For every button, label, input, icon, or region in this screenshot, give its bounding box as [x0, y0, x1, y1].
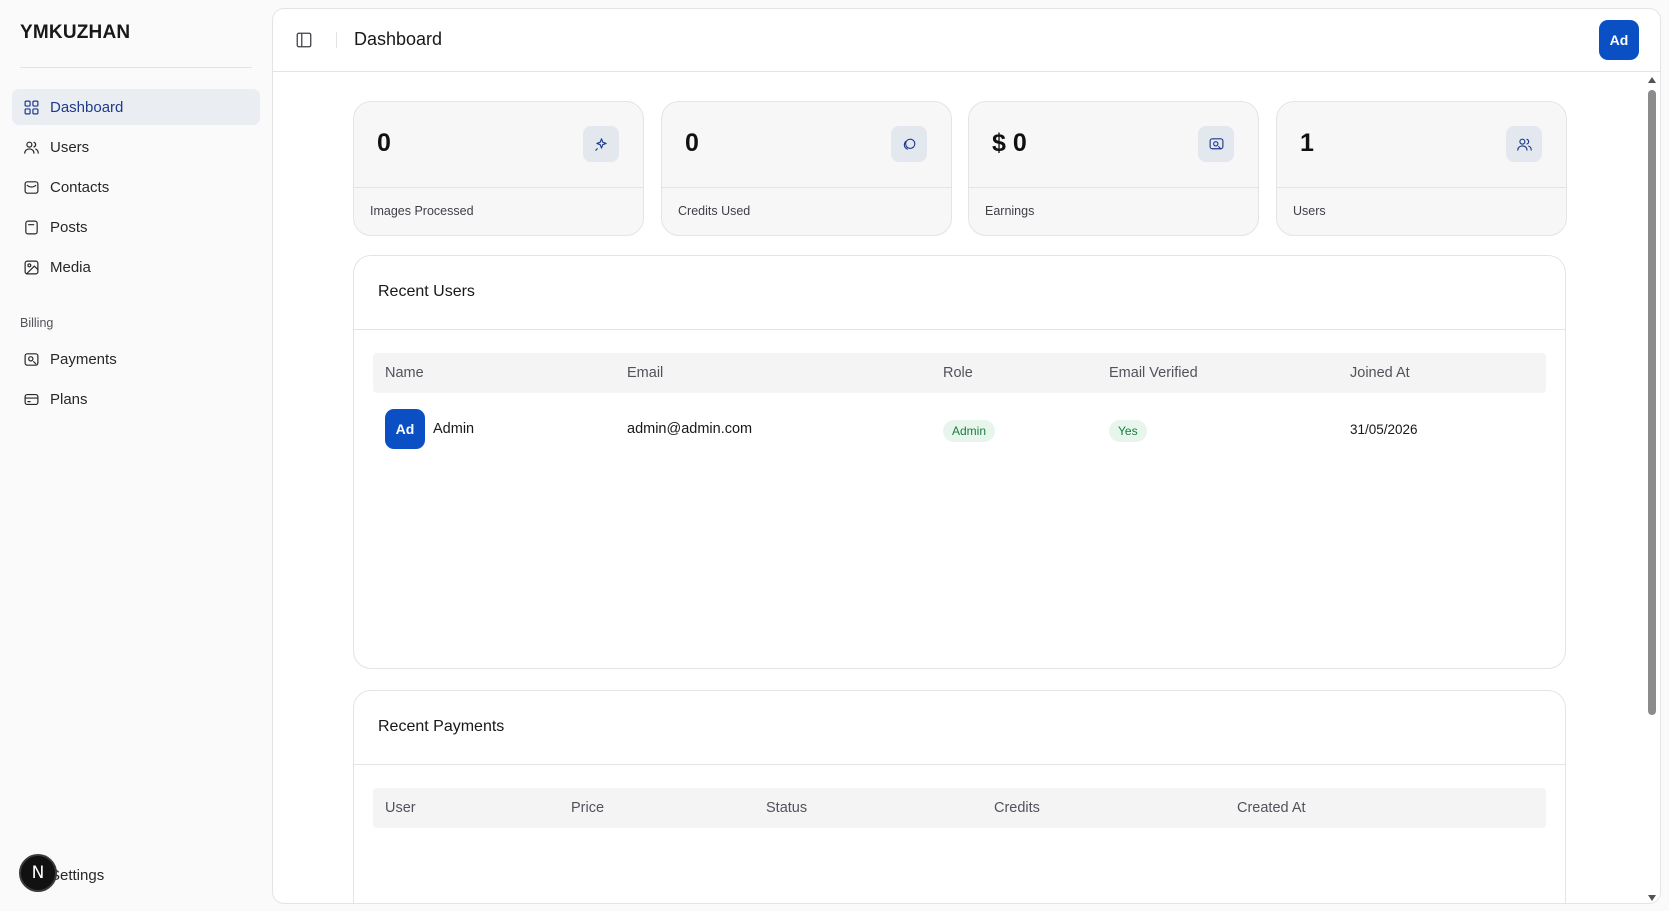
dev-tools-badge[interactable]: N [19, 854, 57, 892]
stat-label: Earnings [985, 204, 1035, 218]
users-icon [1506, 126, 1542, 162]
stat-divider [354, 187, 643, 188]
sidebar-toggle-button[interactable] [295, 31, 313, 49]
column-header-created-at[interactable]: Created At [1237, 800, 1306, 816]
panel-divider [354, 764, 1565, 765]
stat-label: Credits Used [678, 204, 751, 218]
stat-value: 0 [377, 129, 391, 157]
joined-date: 31/05/2026 [1350, 422, 1418, 437]
table-header: Name Email Role Email Verified Joined At [373, 353, 1546, 393]
scroll-down-arrow-icon[interactable] [1648, 895, 1656, 901]
sidebar-item-payments[interactable]: Payments [12, 341, 260, 377]
recent-payments-title: Recent Payments [378, 718, 505, 735]
stat-card-users: 1 Users [1276, 101, 1567, 236]
column-header-email[interactable]: Email [627, 365, 663, 381]
brand-divider [20, 67, 252, 68]
sidebar-item-label: Payments [50, 350, 117, 368]
stat-divider [1277, 187, 1566, 188]
table-header: User Price Status Credits Created At [373, 788, 1546, 828]
card-icon [22, 390, 40, 408]
user-email: admin@admin.com [627, 421, 753, 437]
sidebar-item-dashboard[interactable]: Dashboard [12, 89, 260, 125]
column-header-status[interactable]: Status [766, 800, 807, 816]
verified-badge: Yes [1109, 420, 1147, 442]
column-header-name[interactable]: Name [385, 365, 424, 381]
top-bar: Dashboard Ad [273, 9, 1660, 72]
stat-divider [969, 187, 1258, 188]
top-divider [336, 32, 337, 48]
column-header-credits[interactable]: Credits [994, 800, 1040, 816]
panel-divider [354, 329, 1565, 330]
sidebar-nav: Dashboard Users Contacts Posts Media [12, 89, 260, 289]
stat-card-credits-used: 0 Credits Used [661, 101, 952, 236]
users-icon [22, 138, 40, 156]
sidebar-item-label: Dashboard [50, 98, 124, 116]
message-icon [22, 178, 40, 196]
coin-icon [891, 126, 927, 162]
column-header-email-verified[interactable]: Email Verified [1109, 365, 1198, 381]
sparkle-icon [583, 126, 619, 162]
column-header-role[interactable]: Role [943, 365, 973, 381]
image-icon [22, 258, 40, 276]
scroll-up-arrow-icon[interactable] [1648, 77, 1656, 83]
brand-logo[interactable]: YMKUZHAN [20, 22, 130, 44]
recent-users-panel: Recent Users Name Email Role Email Verif… [353, 255, 1566, 669]
sidebar-item-settings[interactable]: Settings [50, 867, 104, 884]
sidebar-item-label: Contacts [50, 178, 110, 196]
stat-card-earnings: $ 0 Earnings [968, 101, 1259, 236]
panel-left-icon [296, 32, 312, 48]
recent-users-title: Recent Users [378, 283, 475, 300]
vertical-scrollbar[interactable] [1644, 73, 1660, 903]
role-badge: Admin [943, 420, 996, 442]
billing-section-label: Billing [20, 316, 54, 330]
main-panel: Dashboard Ad 0 Images Processed 0 Credit… [272, 8, 1661, 904]
stat-value: 1 [1300, 129, 1314, 157]
dashboard-content: 0 Images Processed 0 Credits Used $ 0 Ea… [273, 73, 1643, 903]
sidebar-item-users[interactable]: Users [12, 129, 260, 165]
column-header-user[interactable]: User [385, 800, 416, 816]
stat-value: 0 [685, 129, 699, 157]
sidebar-item-label: Plans [50, 390, 88, 408]
payment-icon [22, 350, 40, 368]
sidebar-item-posts[interactable]: Posts [12, 209, 260, 245]
user-avatar-button[interactable]: Ad [1599, 20, 1639, 60]
sidebar-item-label: Media [50, 258, 91, 276]
avatar: Ad [385, 409, 425, 449]
table-row[interactable]: Ad Admin admin@admin.com Admin Yes 31/05… [373, 397, 1546, 449]
sidebar-item-media[interactable]: Media [12, 249, 260, 285]
stat-value: $ 0 [992, 129, 1027, 157]
page-title: Dashboard [354, 29, 443, 49]
user-name: Admin [433, 421, 475, 437]
column-header-price[interactable]: Price [571, 800, 604, 816]
recent-payments-panel: Recent Payments User Price Status Credit… [353, 690, 1566, 903]
scroll-thumb[interactable] [1648, 90, 1656, 715]
sidebar-item-contacts[interactable]: Contacts [12, 169, 260, 205]
money-icon [1198, 126, 1234, 162]
grid-icon [22, 98, 40, 116]
sidebar-item-label: Posts [50, 218, 88, 236]
billing-nav: Payments Plans [12, 341, 260, 421]
stat-label: Users [1293, 204, 1326, 218]
column-header-joined-at[interactable]: Joined At [1350, 365, 1410, 381]
app-root: YMKUZHAN Dashboard Users Contacts Posts … [0, 0, 1669, 911]
stat-card-images-processed: 0 Images Processed [353, 101, 644, 236]
document-icon [22, 218, 40, 236]
sidebar: YMKUZHAN Dashboard Users Contacts Posts … [0, 0, 272, 911]
sidebar-item-plans[interactable]: Plans [12, 381, 260, 417]
stat-divider [662, 187, 951, 188]
sidebar-item-label: Users [50, 138, 90, 156]
stat-label: Images Processed [370, 204, 474, 218]
